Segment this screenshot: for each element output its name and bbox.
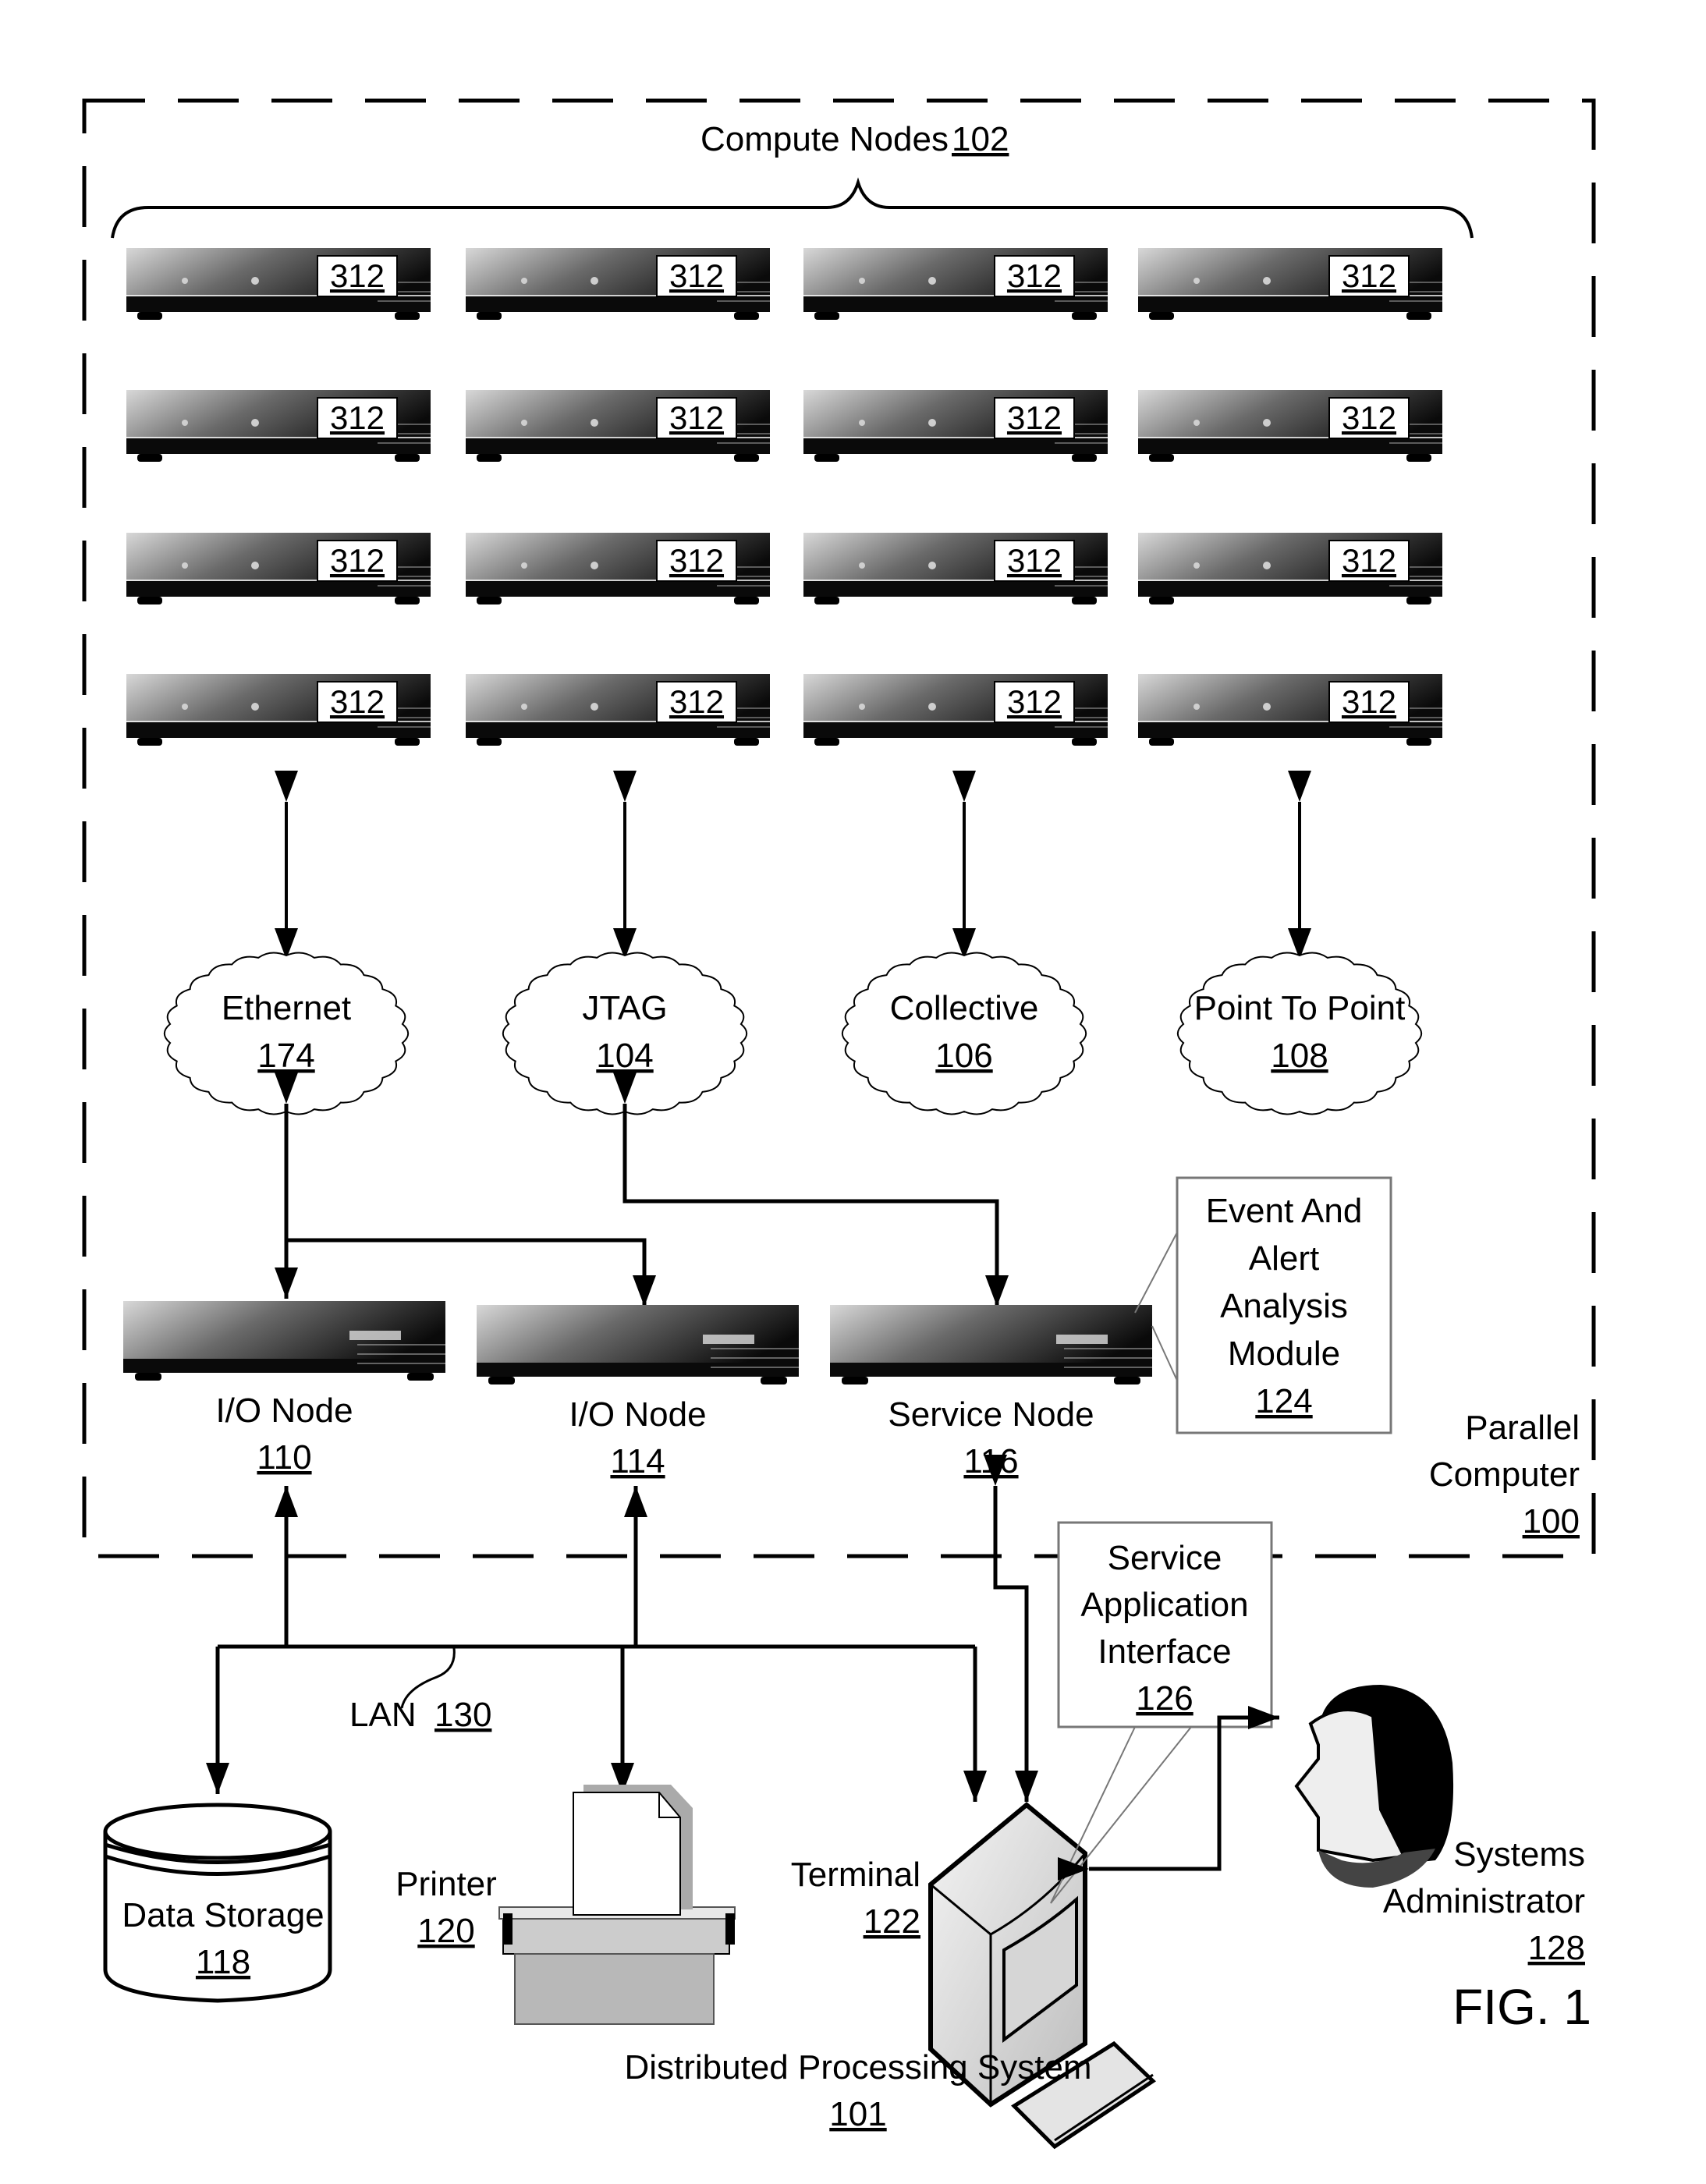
admin-line1: Systems	[1453, 1835, 1585, 1874]
compute-node-ref: 312	[330, 683, 385, 720]
node-ref: 116	[963, 1442, 1018, 1480]
parallel-computer-line1: Parallel	[1465, 1409, 1580, 1447]
compute-node-ref: 312	[669, 683, 724, 720]
event-module-ref: 124	[1255, 1382, 1312, 1420]
compute-nodes-ref: 102	[952, 120, 1009, 158]
network-arrows	[275, 771, 1311, 959]
parallel-computer-label: Parallel Computer 100	[1429, 1409, 1580, 1540]
compute-node: 312	[803, 533, 1108, 604]
compute-node: 312	[126, 533, 431, 604]
network-name: Collective	[890, 989, 1039, 1027]
node-name: Service Node	[888, 1395, 1094, 1434]
diagram-canvas: Compute Nodes 102 312 312 312 312312 312 312 3…	[82, 98, 1596, 2150]
compute-node-ref: 312	[669, 257, 724, 294]
compute-node-ref: 312	[1342, 257, 1396, 294]
compute-node: 312	[803, 390, 1108, 462]
compute-node-ref: 312	[1342, 683, 1396, 720]
network-ref: 104	[596, 1037, 653, 1075]
network-ref: 174	[257, 1037, 314, 1075]
compute-node-ref: 312	[1007, 399, 1062, 436]
service-app-line3: Interface	[1098, 1633, 1231, 1671]
compute-node: 312	[466, 674, 770, 746]
compute-node-ref: 312	[330, 257, 385, 294]
network-cloud: Point To Point 108	[1176, 952, 1423, 1115]
event-module-line2: Alert	[1249, 1239, 1319, 1278]
network-clouds: Ethernet 174 JTAG 104 Collective 106 Point To …	[163, 952, 1423, 1115]
data-storage-ref: 118	[196, 1943, 250, 1981]
compute-nodes-brace	[111, 177, 1474, 239]
compute-node-ref: 312	[669, 399, 724, 436]
service-app-interface-callout: Service Application Interface 126	[1050, 1521, 1273, 1904]
terminal-icon	[928, 1802, 1156, 2150]
compute-node: 312	[803, 248, 1108, 320]
service-app-ref: 126	[1136, 1679, 1193, 1718]
compute-node: 312	[126, 248, 431, 320]
systems-administrator-icon	[1294, 1685, 1454, 1888]
node-name: I/O Node	[215, 1392, 353, 1430]
compute-node-ref: 312	[1007, 257, 1062, 294]
compute-node: 312	[466, 390, 770, 462]
system-ref: 101	[829, 2095, 886, 2133]
compute-node: 312	[126, 674, 431, 746]
node-ref: 114	[610, 1442, 665, 1480]
network-cloud: Collective 106	[841, 952, 1087, 1115]
parallel-computer-ref: 100	[1523, 1502, 1580, 1540]
network-ref: 106	[935, 1037, 992, 1075]
compute-node: 312	[126, 390, 431, 462]
data-storage-label: Data Storage	[122, 1896, 324, 1934]
lan-wiring	[206, 1455, 1038, 1802]
compute-nodes-title: Compute Nodes	[700, 120, 949, 158]
admin-ref: 128	[1528, 1929, 1585, 1967]
network-cloud: JTAG 104	[502, 952, 748, 1115]
compute-node-ref: 312	[1007, 542, 1062, 579]
printer-icon	[498, 1785, 736, 2025]
service-app-line1: Service	[1108, 1539, 1222, 1577]
io-node: I/O Node 114	[477, 1305, 799, 1480]
event-module-line1: Event And	[1206, 1192, 1363, 1230]
parallel-computer-line2: Computer	[1429, 1455, 1580, 1494]
admin-line2: Administrator	[1383, 1882, 1585, 1920]
event-alert-module: Event And Alert Analysis Module 124	[1134, 1176, 1392, 1434]
ethernet-io-links	[275, 1072, 1009, 1306]
compute-node-ref: 312	[669, 542, 724, 579]
lan-ref: 130	[434, 1696, 491, 1734]
terminal-ref: 122	[864, 1902, 920, 1941]
lan-label: LAN	[349, 1696, 417, 1734]
node-name: I/O Node	[569, 1395, 706, 1434]
network-name: Ethernet	[222, 989, 351, 1027]
compute-node-ref: 312	[1342, 399, 1396, 436]
compute-node: 312	[1138, 390, 1442, 462]
compute-node-ref: 312	[330, 542, 385, 579]
event-module-line3: Analysis	[1220, 1287, 1348, 1325]
compute-node-ref: 312	[1342, 542, 1396, 579]
io-node: I/O Node 110	[123, 1301, 445, 1477]
network-name: JTAG	[582, 989, 667, 1027]
compute-node: 312	[1138, 533, 1442, 604]
compute-node: 312	[803, 674, 1108, 746]
admin-terminal-link	[1058, 1706, 1279, 1881]
printer-label: Printer	[395, 1865, 497, 1903]
network-ref: 108	[1271, 1037, 1328, 1075]
system-title: Distributed Processing System	[624, 2048, 1091, 2086]
compute-node: 312	[466, 533, 770, 604]
terminal-label: Terminal	[791, 1856, 920, 1894]
figure-label: FIG. 1	[1452, 1979, 1591, 2035]
network-name: Point To Point	[1194, 989, 1406, 1027]
compute-node-grid: 312 312 312 312 312 312 312 312 312 312 312 312 312 3…	[126, 248, 1442, 746]
compute-node-ref: 312	[330, 399, 385, 436]
compute-node: 312	[466, 248, 770, 320]
printer-ref: 120	[417, 1912, 474, 1950]
service-app-line2: Application	[1080, 1586, 1248, 1624]
event-module-line4: Module	[1228, 1335, 1340, 1373]
compute-node-ref: 312	[1007, 683, 1062, 720]
compute-node: 312	[1138, 674, 1442, 746]
network-cloud: Ethernet 174	[163, 952, 410, 1115]
io-service-nodes: I/O Node 110 I/O Node 114 Service Node 116	[123, 1301, 1152, 1480]
service-node: Service Node 116	[830, 1305, 1152, 1480]
node-ref: 110	[257, 1438, 311, 1477]
compute-node: 312	[1138, 248, 1442, 320]
